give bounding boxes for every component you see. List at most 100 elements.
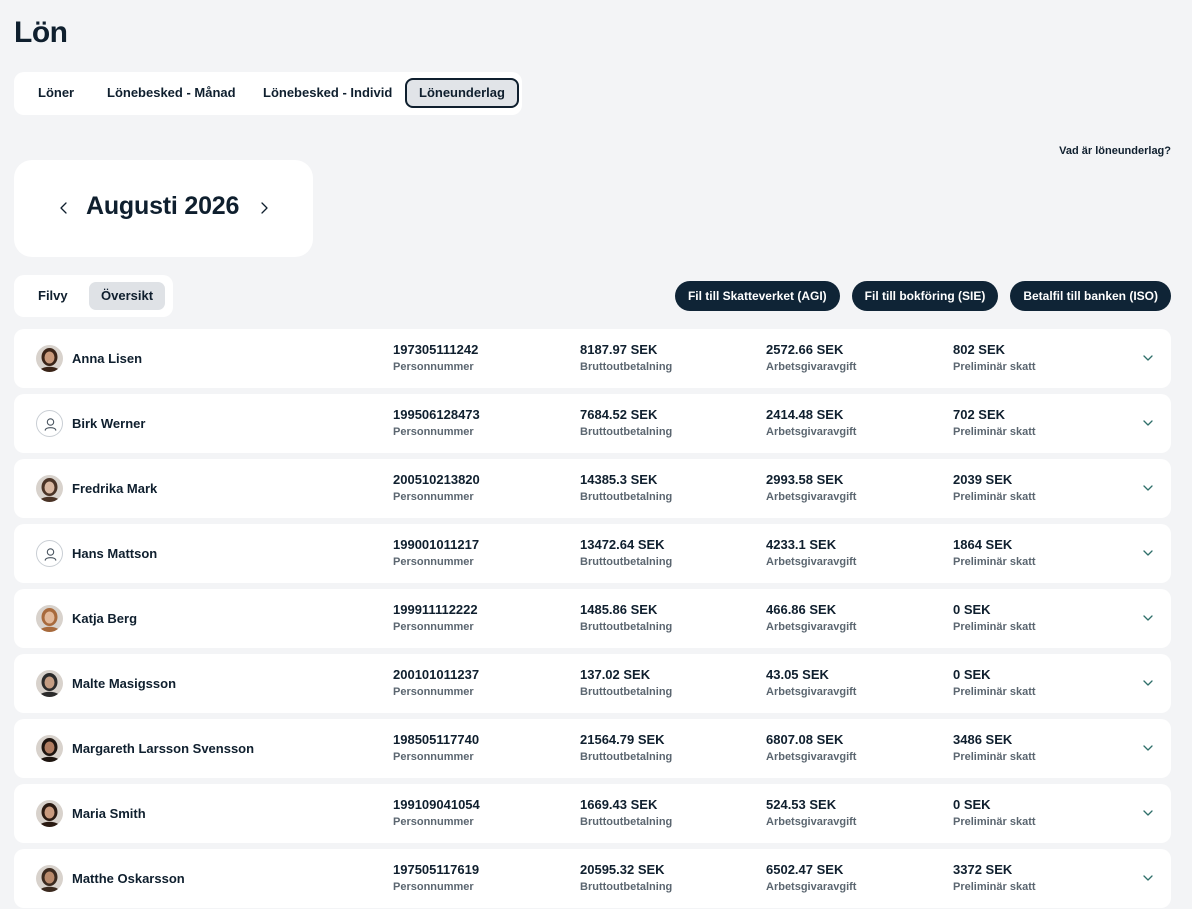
employee-row[interactable]: Fredrika Mark 200510213820 Personnummer … (14, 459, 1171, 518)
person-photo (36, 670, 63, 697)
arbetsgivaravgift-cell: 2572.66 SEK Arbetsgivaravgift (766, 342, 856, 373)
employee-name: Fredrika Mark (72, 481, 158, 496)
skatt-cell: 3372 SEK Preliminär skatt (953, 862, 1036, 893)
skatt-label: Preliminär skatt (953, 426, 1036, 438)
employee-row[interactable]: Maria Smith 199109041054 Personnummer 16… (14, 784, 1171, 843)
personnummer-value: 197505117619 (393, 862, 480, 877)
personnummer-cell: 197305111242 Personnummer (393, 342, 478, 373)
chevron-down-icon[interactable] (1141, 546, 1155, 560)
arbetsgivaravgift-label: Arbetsgivaravgift (766, 426, 857, 438)
brutto-value: 7684.52 SEK (580, 407, 658, 422)
brutto-value: 1669.43 SEK (580, 797, 658, 812)
brutto-value: 20595.32 SEK (580, 862, 665, 877)
chevron-right-icon[interactable] (254, 198, 274, 218)
brutto-value: 8187.97 SEK (580, 342, 658, 357)
avatar-photo (36, 735, 63, 762)
person-photo (36, 735, 63, 762)
personnummer-cell: 200101011237 Personnummer (393, 667, 479, 698)
chevron-down-icon[interactable] (1141, 741, 1155, 755)
chevron-down-icon[interactable] (1141, 871, 1155, 885)
brutto-cell: 20595.32 SEK Bruttoutbetalning (580, 862, 672, 893)
employee-name: Maria Smith (72, 806, 146, 821)
employee-row[interactable]: Hans Mattson 199001011217 Personnummer 1… (14, 524, 1171, 583)
page-title: Lön (14, 16, 68, 49)
arbetsgivaravgift-cell: 6502.47 SEK Arbetsgivaravgift (766, 862, 856, 893)
personnummer-value: 197305111242 (393, 342, 479, 357)
brutto-label: Bruttoutbetalning (580, 491, 673, 503)
personnummer-cell: 199001011217 Personnummer (393, 537, 479, 568)
skatt-value: 2039 SEK (953, 472, 1013, 487)
tab-loneunderlag[interactable]: Löneunderlag (405, 78, 519, 108)
view-toggle: Filvy Översikt (14, 275, 173, 317)
employee-row[interactable]: Anna Lisen 197305111242 Personnummer 818… (14, 329, 1171, 388)
brutto-cell: 14385.3 SEK Bruttoutbetalning (580, 472, 672, 503)
avatar-photo (36, 670, 63, 697)
brutto-cell: 7684.52 SEK Bruttoutbetalning (580, 407, 672, 438)
person-photo (36, 345, 63, 372)
arbetsgivaravgift-label: Arbetsgivaravgift (766, 361, 857, 373)
chevron-down-icon[interactable] (1141, 351, 1155, 365)
brutto-value: 21564.79 SEK (580, 732, 665, 747)
chevron-down-icon[interactable] (1141, 806, 1155, 820)
avatar-placeholder (36, 410, 63, 437)
personnummer-label: Personnummer (393, 556, 474, 568)
arbetsgivaravgift-cell: 466.86 SEK Arbetsgivaravgift (766, 602, 856, 633)
export-agi-button[interactable]: Fil till Skatteverket (AGI) (674, 281, 840, 311)
brutto-label: Bruttoutbetalning (580, 621, 673, 633)
tab-lonebesked-manad[interactable]: Lönebesked - Månad (95, 78, 248, 108)
personnummer-value: 198505117740 (393, 732, 480, 747)
chevron-left-icon[interactable] (54, 198, 74, 218)
skatt-cell: 2039 SEK Preliminär skatt (953, 472, 1036, 503)
skatt-value: 3372 SEK (953, 862, 1013, 877)
view-filvy-button[interactable]: Filvy (26, 282, 80, 310)
employee-row[interactable]: Katja Berg 199911112222 Personnummer 148… (14, 589, 1171, 648)
employee-row[interactable]: Margareth Larsson Svensson 198505117740 … (14, 719, 1171, 778)
skatt-label: Preliminär skatt (953, 816, 1036, 828)
arbetsgivaravgift-value: 2572.66 SEK (766, 342, 844, 357)
personnummer-label: Personnummer (393, 881, 474, 893)
employee-row[interactable]: Birk Werner 199506128473 Personnummer 76… (14, 394, 1171, 453)
personnummer-label: Personnummer (393, 686, 474, 698)
brutto-label: Bruttoutbetalning (580, 881, 673, 893)
personnummer-label: Personnummer (393, 621, 474, 633)
skatt-label: Preliminär skatt (953, 686, 1036, 698)
employee-name: Birk Werner (72, 416, 146, 431)
chevron-down-icon[interactable] (1141, 481, 1155, 495)
export-iso-button[interactable]: Betalfil till banken (ISO) (1010, 281, 1171, 311)
brutto-value: 14385.3 SEK (580, 472, 658, 487)
avatar-photo (36, 345, 63, 372)
arbetsgivaravgift-value: 2414.48 SEK (766, 407, 844, 422)
view-oversikt-button[interactable]: Översikt (89, 282, 166, 310)
user-icon (44, 418, 57, 431)
chevron-down-icon[interactable] (1141, 416, 1155, 430)
personnummer-value: 199506128473 (393, 407, 480, 422)
arbetsgivaravgift-cell: 4233.1 SEK Arbetsgivaravgift (766, 537, 856, 568)
export-sie-button[interactable]: Fil till bokföring (SIE) (851, 281, 999, 311)
avatar-photo (36, 475, 63, 502)
personnummer-value: 199001011217 (393, 537, 480, 552)
chevron-down-icon[interactable] (1141, 676, 1155, 690)
brutto-label: Bruttoutbetalning (580, 816, 673, 828)
employee-name: Katja Berg (72, 611, 138, 626)
brutto-cell: 1485.86 SEK Bruttoutbetalning (580, 602, 672, 633)
avatar-placeholder (36, 540, 63, 567)
brutto-cell: 1669.43 SEK Bruttoutbetalning (580, 797, 672, 828)
arbetsgivaravgift-label: Arbetsgivaravgift (766, 556, 857, 568)
skatt-cell: 0 SEK Preliminär skatt (953, 667, 1036, 698)
skatt-cell: 802 SEK Preliminär skatt (953, 342, 1036, 373)
employee-row[interactable]: Malte Masigsson 200101011237 Personnumme… (14, 654, 1171, 713)
arbetsgivaravgift-value: 466.86 SEK (766, 602, 837, 617)
brutto-value: 13472.64 SEK (580, 537, 665, 552)
chevron-down-icon[interactable] (1141, 611, 1155, 625)
avatar-photo (36, 605, 63, 632)
skatt-label: Preliminär skatt (953, 751, 1036, 763)
personnummer-value: 199911112222 (393, 602, 478, 617)
tab-lonebesked-individ[interactable]: Lönebesked - Individ (251, 78, 404, 108)
personnummer-cell: 199506128473 Personnummer (393, 407, 480, 438)
tab-loner[interactable]: Löner (26, 78, 86, 108)
employee-name: Anna Lisen (72, 351, 143, 366)
skatt-cell: 3486 SEK Preliminär skatt (953, 732, 1036, 763)
help-link[interactable]: Vad är löneunderlag? (1059, 145, 1171, 157)
export-buttons: Fil till Skatteverket (AGI) Fil till bok… (674, 281, 1171, 311)
employee-row[interactable]: Matthe Oskarsson 197505117619 Personnumm… (14, 849, 1171, 908)
